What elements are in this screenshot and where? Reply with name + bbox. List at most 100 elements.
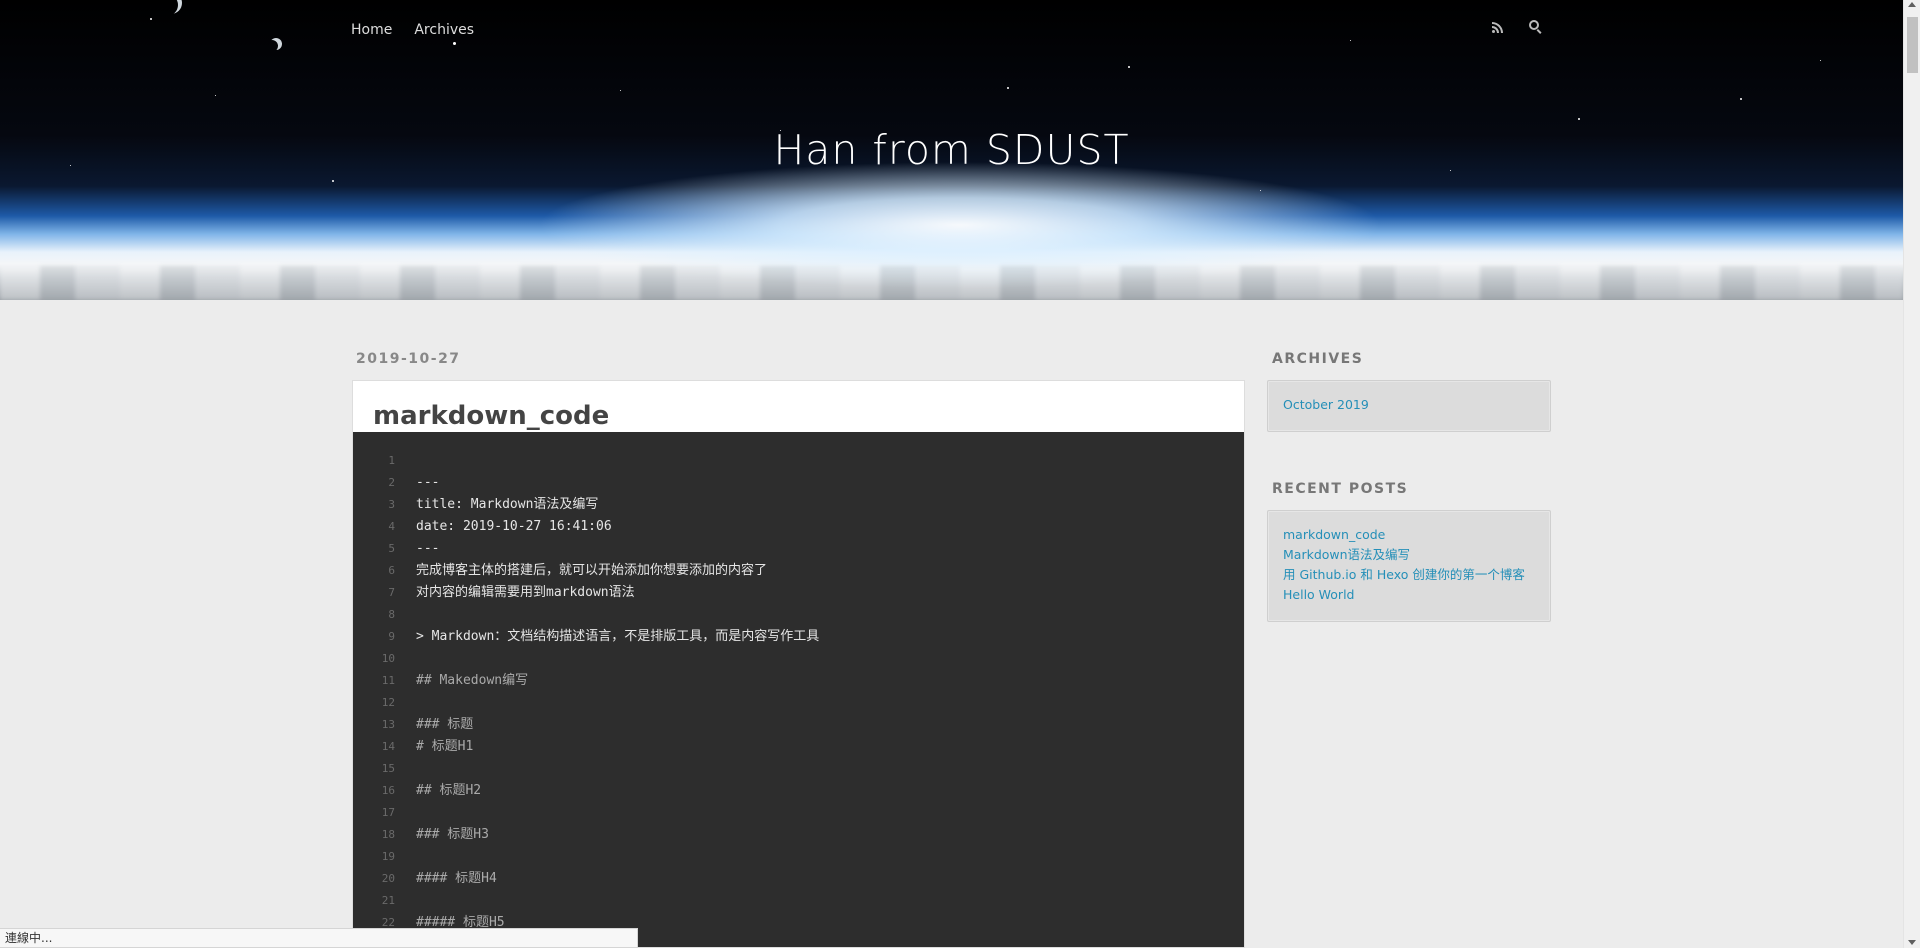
code-text: ---: [416, 541, 440, 556]
code-line: 12: [353, 692, 1244, 714]
recent-post-link[interactable]: 用 Github.io 和 Hexo 创建你的第一个博客: [1283, 565, 1535, 585]
code-line: 2 ---: [353, 472, 1244, 494]
code-text: 完成博客主体的搭建后，就可以开始添加你想要添加的内容了: [416, 563, 768, 578]
code-line: 18 ### 标题H3: [353, 824, 1244, 846]
line-number: 19: [381, 850, 395, 863]
line-number: 12: [381, 696, 395, 709]
star: [332, 180, 334, 182]
code-text: date: 2019-10-27 16:41:06: [416, 519, 612, 534]
code-text: > Markdown：文档结构描述语言，不是排版工具，而是内容写作工具: [416, 629, 820, 644]
line-number: 15: [381, 762, 395, 775]
line-number: 16: [381, 784, 395, 797]
recent-post-link[interactable]: Hello World: [1283, 585, 1535, 605]
rss-icon[interactable]: [1490, 19, 1506, 35]
cloud-layer: [0, 266, 1903, 300]
code-line: 10: [353, 648, 1244, 670]
line-number: 20: [381, 872, 395, 885]
scroll-thumb[interactable]: [1907, 17, 1918, 73]
code-line: 1: [353, 450, 1244, 472]
star: [150, 18, 152, 20]
main-nav: Home Archives: [351, 22, 474, 38]
code-line: 16 ## 标题H2: [353, 780, 1244, 802]
code-text: title: Markdown语法及编写: [416, 497, 599, 512]
code-line: 20 #### 标题H4: [353, 868, 1244, 890]
archive-link-october-2019[interactable]: October 2019: [1283, 395, 1535, 415]
code-line: 8: [353, 604, 1244, 626]
line-number: 5: [388, 542, 395, 555]
code-line: 3 title: Markdown语法及编写: [353, 494, 1244, 516]
moon-graphic: [160, 0, 182, 14]
line-number: 2: [388, 476, 395, 489]
nav-icons: [1490, 19, 1544, 35]
code-line: 15: [353, 758, 1244, 780]
code-line: 11 ## Makedown编写: [353, 670, 1244, 692]
recent-post-link[interactable]: markdown_code: [1283, 525, 1535, 545]
code-line: 6 完成博客主体的搭建后，就可以开始添加你想要添加的内容了: [353, 560, 1244, 582]
recent-posts-heading: RECENT POSTS: [1272, 481, 1409, 497]
code-line: 21: [353, 890, 1244, 912]
code-text: ## 标题H2: [416, 783, 482, 798]
archives-heading: ARCHIVES: [1272, 351, 1364, 367]
recent-post-link[interactable]: Markdown语法及编写: [1283, 545, 1535, 565]
line-number: 10: [381, 652, 395, 665]
line-number: 6: [388, 564, 395, 577]
star: [1128, 66, 1130, 68]
site-title[interactable]: Han from SDUST: [0, 126, 1903, 174]
recent-posts-widget: markdown_code Markdown语法及编写 用 Github.io …: [1267, 510, 1551, 622]
star: [215, 95, 216, 96]
post-title[interactable]: markdown_code: [373, 401, 609, 431]
line-number: 7: [388, 586, 395, 599]
search-icon[interactable]: [1528, 19, 1544, 35]
code-text: #### 标题H4: [416, 871, 497, 886]
code-line: 4 date: 2019-10-27 16:41:06: [353, 516, 1244, 538]
moon-graphic: [270, 38, 282, 50]
code-line: 19: [353, 846, 1244, 868]
line-number: 17: [381, 806, 395, 819]
header-banner: Home Archives Han from SDUST: [0, 0, 1903, 300]
status-bar: 連線中...: [0, 928, 638, 948]
code-line: 9 > Markdown：文档结构描述语言，不是排版工具，而是内容写作工具: [353, 626, 1244, 648]
code-text: 对内容的编辑需要用到markdown语法: [416, 585, 635, 600]
archives-widget: October 2019: [1267, 380, 1551, 432]
scroll-up-arrow-icon[interactable]: [1908, 2, 1916, 7]
line-number: 13: [381, 718, 395, 731]
star: [1007, 87, 1009, 89]
scroll-down-arrow-icon[interactable]: [1908, 940, 1916, 945]
post-date[interactable]: 2019-10-27: [356, 351, 461, 367]
star: [1578, 118, 1580, 120]
line-number: 18: [381, 828, 395, 841]
code-text: ### 标题H3: [416, 827, 489, 842]
star: [453, 42, 456, 45]
code-line: 5 ---: [353, 538, 1244, 560]
line-number: 1: [388, 454, 395, 467]
code-block: 1 2 --- 3 title: Markdown语法及编写 4 date: 2019-10…: [353, 432, 1244, 947]
nav-archives-link[interactable]: Archives: [414, 22, 474, 38]
line-number: 3: [388, 498, 395, 511]
code-text: ## Makedown编写: [416, 673, 529, 688]
line-number: 4: [388, 520, 395, 533]
star: [1350, 40, 1351, 41]
code-text: # 标题H1: [416, 739, 474, 754]
code-text: ### 标题: [416, 717, 474, 732]
line-number: 11: [381, 674, 395, 687]
line-number: 9: [388, 630, 395, 643]
star: [620, 90, 621, 91]
star: [1740, 98, 1742, 100]
code-line: 14 # 标题H1: [353, 736, 1244, 758]
code-line: 13 ### 标题: [353, 714, 1244, 736]
line-number: 21: [381, 894, 395, 907]
code-line: 7 对内容的编辑需要用到markdown语法: [353, 582, 1244, 604]
star: [1820, 60, 1821, 61]
nav-home-link[interactable]: Home: [351, 22, 392, 38]
page-scrollbar[interactable]: [1903, 0, 1920, 948]
code-line: 17: [353, 802, 1244, 824]
star: [1260, 190, 1261, 191]
